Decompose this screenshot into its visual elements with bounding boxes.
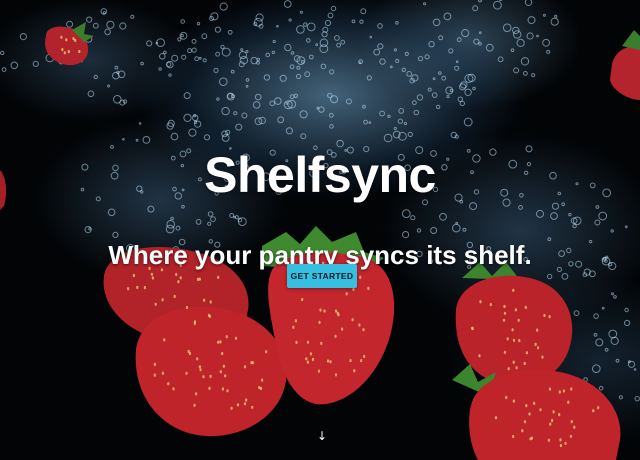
strawberry-left-front (135, 306, 287, 437)
strawberry-top-left (45, 22, 94, 66)
get-started-button[interactable]: GET STARTED (287, 264, 357, 288)
strawberry-top-right (610, 30, 640, 100)
scroll-down-icon[interactable]: ↓ (312, 427, 332, 445)
hero-section: Shelfsync Where your pantry syncs its sh… (0, 0, 640, 460)
page-title: Shelfsync (204, 146, 436, 203)
strawberry-right-lower (452, 364, 621, 460)
background-image (0, 0, 640, 460)
strawberry-right-upper (455, 262, 573, 385)
